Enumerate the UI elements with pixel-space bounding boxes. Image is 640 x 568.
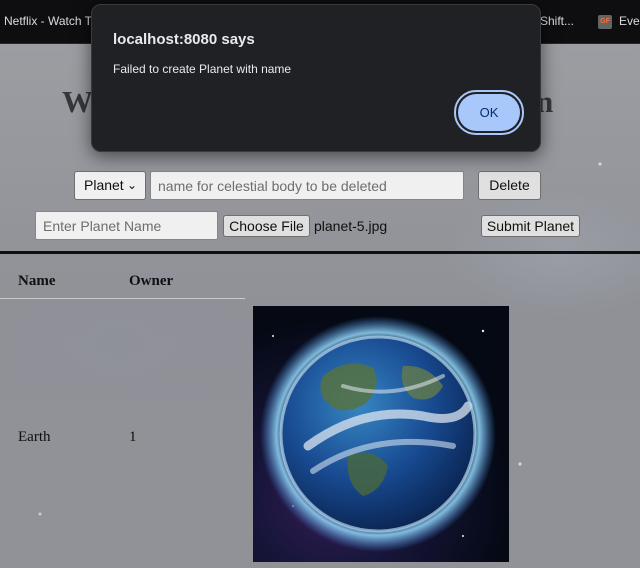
table-cell-owner: 1 [129, 429, 137, 445]
earth-planet-image [253, 306, 509, 562]
table-cell-name: Earth [18, 429, 51, 445]
alert-dialog: localhost:8080 says Failed to create Pla… [91, 4, 541, 152]
bookmark-netflix[interactable]: Netflix - Watch T [4, 14, 92, 28]
chevron-down-icon: ⌄ [126, 178, 137, 192]
table-header-owner: Owner [129, 273, 174, 289]
submit-planet-button[interactable]: Submit Planet [481, 215, 580, 237]
dialog-title: localhost:8080 says [113, 31, 255, 48]
dialog-message: Failed to create Planet with name [113, 62, 292, 76]
delete-button[interactable]: Delete [478, 171, 541, 200]
page-title-start: W [62, 84, 93, 119]
table-header-rule [0, 298, 245, 299]
choose-file-button[interactable]: Choose File [223, 215, 310, 237]
ok-button[interactable]: OK [458, 94, 520, 131]
bookmark-shift[interactable]: Shift... [540, 14, 574, 28]
celestial-type-select[interactable]: Planet ⌄ [74, 171, 146, 200]
section-divider [0, 251, 640, 254]
selected-file-name: planet-5.jpg [314, 218, 388, 234]
select-value: Planet [84, 177, 124, 193]
planet-illustration [253, 306, 509, 562]
table-header-name: Name [18, 273, 56, 289]
delete-name-input[interactable]: name for celestial body to be deleted [150, 171, 464, 200]
bookmark-ever[interactable]: Ever [619, 14, 640, 28]
planet-name-input[interactable]: Enter Planet Name [35, 211, 218, 240]
bookmark-favicon-icon: GF [598, 15, 612, 29]
